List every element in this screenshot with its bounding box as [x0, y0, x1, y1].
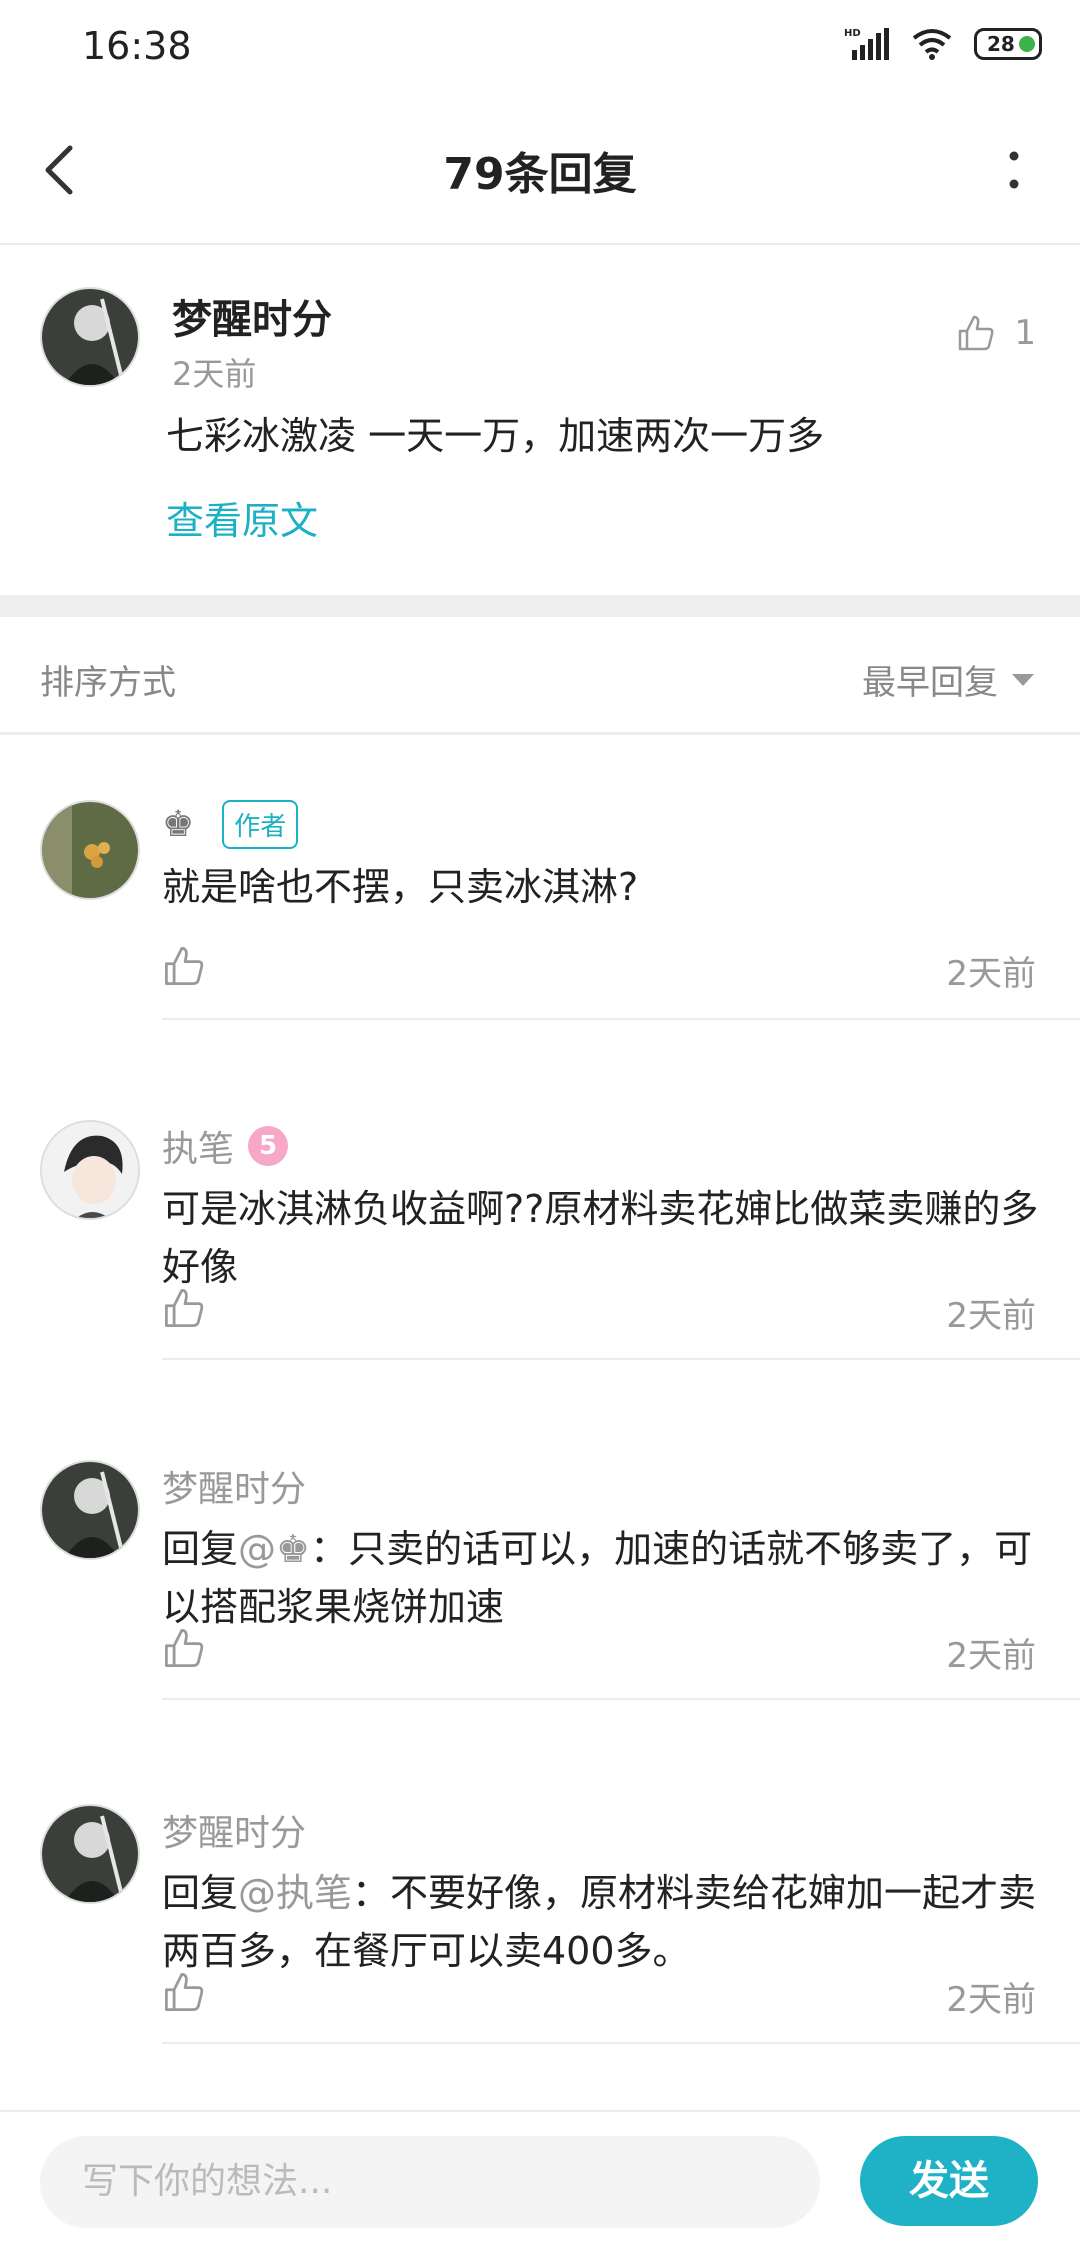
divider [162, 1018, 1080, 1020]
sort-label: 排序方式 [40, 663, 176, 703]
avatar-image [42, 1462, 138, 1558]
battery-indicator: 28 [974, 28, 1042, 60]
charging-dot [1019, 36, 1035, 52]
reply-author: 梦醒时分 [162, 1460, 306, 1512]
reply-text: 就是啥也不摆，只卖冰淇淋? [162, 865, 639, 909]
thumbs-up-icon[interactable] [162, 1286, 206, 1330]
top-nav-bar: 79条回复 [0, 100, 1080, 245]
author-badge: 作者 [222, 800, 299, 849]
divider [162, 1698, 1080, 1700]
avatar-image [42, 289, 138, 385]
bottom-input-bar: 写下你的想法... 发送 [0, 2110, 1080, 2248]
level-badge: 5 [248, 1126, 289, 1166]
avatar-image [42, 1806, 138, 1902]
page-title: 79条回复 [443, 149, 637, 200]
more-vertical-icon[interactable] [1008, 150, 1020, 190]
comment-author[interactable]: 梦醒时分 [172, 287, 332, 345]
reply-prefix: 回复 [162, 1527, 239, 1571]
signal-icon: HD [844, 28, 889, 60]
reply-time: 2天前 [946, 1980, 1036, 2020]
reply-text: 回复@♚：只卖的话可以，加速的话就不够卖了，可以搭配浆果烧饼加速 [162, 1520, 1040, 1636]
send-button[interactable]: 发送 [860, 2136, 1038, 2226]
comment-input[interactable]: 写下你的想法... [40, 2136, 820, 2228]
avatar[interactable] [40, 800, 140, 900]
reply-item: 梦醒时分 回复@执笔：不要好像，原材料卖给花婶加一起才卖两百多，在餐厅可以卖40… [0, 1764, 1080, 2044]
status-bar: 16:38 HD 28 [0, 0, 1080, 100]
divider [162, 2042, 1080, 2044]
reply-author: 梦醒时分 [162, 1804, 306, 1856]
sort-dropdown[interactable]: 最早回复 [862, 655, 1034, 704]
comment-content: 七彩冰激凌 一天一万，加速两次一万多 [166, 414, 825, 458]
thumbs-up-icon [959, 315, 994, 351]
avatar-image [42, 1122, 138, 1218]
reply-author: ♚ 作者 [162, 800, 299, 849]
status-time: 16:38 [82, 24, 192, 68]
section-divider [0, 595, 1080, 617]
divider [162, 1358, 1080, 1360]
battery-level: 28 [987, 32, 1015, 56]
thumbs-up-icon[interactable] [162, 944, 206, 988]
reply-author-name[interactable]: 梦醒时分 [162, 1460, 306, 1512]
reply-item: ♚ 作者 就是啥也不摆，只卖冰淇淋? 2天前 [0, 760, 1080, 1020]
reply-item: 执笔 5 可是冰淇淋负收益啊??原材料卖花婶比做菜卖赚的多好像 2天前 [0, 1080, 1080, 1360]
reply-text: 可是冰淇淋负收益啊??原材料卖花婶比做菜卖赚的多好像 [162, 1187, 1039, 1289]
sort-value: 最早回复 [862, 663, 998, 703]
avatar-image [42, 802, 138, 898]
thumbs-up-icon[interactable] [162, 1970, 206, 2014]
reply-time: 2天前 [946, 1636, 1036, 1676]
wifi-icon [912, 29, 952, 60]
reply-prefix: 回复 [162, 1871, 239, 1915]
sort-bar: 排序方式 最早回复 [0, 617, 1080, 735]
reply-item: 梦醒时分 回复@♚：只卖的话可以，加速的话就不够卖了，可以搭配浆果烧饼加速 2天… [0, 1420, 1080, 1700]
avatar[interactable] [40, 1460, 140, 1560]
avatar[interactable] [40, 1120, 140, 1220]
reply-author-name[interactable]: 梦醒时分 [162, 1804, 306, 1856]
reply-author: 执笔 5 [162, 1120, 289, 1172]
caret-down-icon [1012, 673, 1034, 686]
status-icons: HD 28 [844, 26, 1042, 62]
view-original-link[interactable]: 查看原文 [166, 490, 318, 545]
reply-author-name[interactable]: 执笔 [162, 1120, 234, 1172]
svg-text:HD: HD [844, 28, 861, 39]
original-comment: 梦醒时分 2天前 1 七彩冰激凌 一天一万，加速两次一万多 查看原文 [0, 245, 1080, 595]
reply-text: 回复@执笔：不要好像，原材料卖给花婶加一起才卖两百多，在餐厅可以卖400多。 [162, 1864, 1040, 1980]
mention-link[interactable]: @♚ [238, 1527, 310, 1571]
mention-link[interactable]: @执笔 [238, 1871, 352, 1915]
like-count: 1 [1014, 313, 1036, 353]
like-button[interactable]: 1 [956, 313, 1036, 353]
avatar[interactable] [40, 287, 140, 387]
reply-time: 2天前 [946, 1296, 1036, 1336]
thumbs-up-icon[interactable] [162, 1626, 206, 1670]
comment-time: 2天前 [172, 355, 257, 393]
avatar[interactable] [40, 1804, 140, 1904]
crown-icon: ♚ [162, 804, 195, 845]
reply-time: 2天前 [946, 954, 1036, 994]
